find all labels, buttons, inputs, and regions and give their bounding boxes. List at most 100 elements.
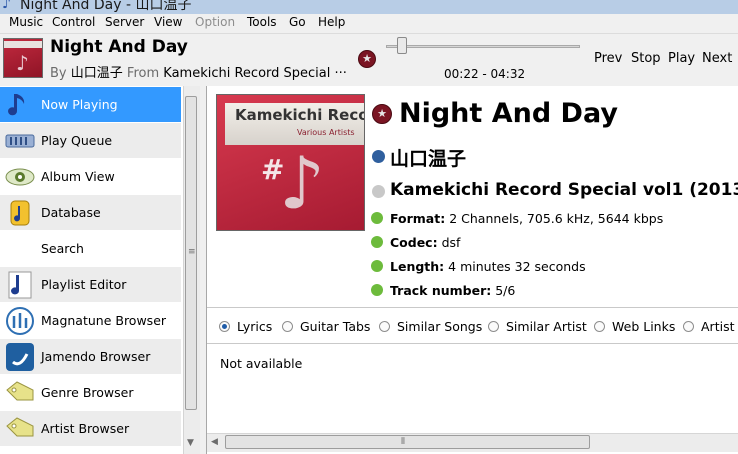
tab-lyrics-radio[interactable] bbox=[219, 321, 230, 332]
album-eye-icon bbox=[5, 168, 35, 186]
sidebar-item-genre-browser[interactable]: Genre Browser bbox=[0, 375, 181, 410]
menu-bar: Music Control Server View Option Tools G… bbox=[0, 14, 738, 34]
menu-option[interactable]: Option bbox=[195, 15, 235, 29]
menu-server[interactable]: Server bbox=[105, 15, 144, 29]
tag-icon bbox=[6, 417, 34, 437]
length-icon bbox=[371, 260, 383, 272]
codec-icon bbox=[371, 236, 383, 248]
sidebar-item-label: Genre Browser bbox=[41, 385, 134, 400]
detail-artist[interactable]: 山口温子 bbox=[390, 144, 466, 171]
track-number-value: 5/6 bbox=[495, 283, 516, 298]
play-queue-icon bbox=[5, 134, 35, 148]
tab-similar-artist[interactable]: Similar Artist bbox=[506, 319, 587, 334]
sidebar-item-artist-browser[interactable]: Artist Browser bbox=[0, 411, 181, 446]
tab-artist-radio[interactable] bbox=[683, 321, 694, 332]
divider bbox=[207, 307, 738, 308]
menu-music[interactable]: Music bbox=[9, 15, 43, 29]
cover-brand: Kamekichi Reco bbox=[235, 106, 365, 124]
sidebar: Now Playing Play Queue Album View Databa… bbox=[0, 86, 184, 454]
jamendo-icon bbox=[6, 343, 34, 371]
tab-similar-songs[interactable]: Similar Songs bbox=[397, 319, 482, 334]
sidebar-item-label: Now Playing bbox=[41, 97, 118, 112]
sidebar-item-label: Album View bbox=[41, 169, 115, 184]
sidebar-item-album-view[interactable]: Album View bbox=[0, 159, 181, 194]
codec-value: dsf bbox=[441, 235, 461, 250]
sidebar-scroll-thumb[interactable]: ≡ bbox=[185, 96, 197, 410]
music-note-icon: ♪ bbox=[16, 51, 29, 75]
track-number-icon bbox=[371, 284, 383, 296]
format-label: Format: bbox=[390, 211, 446, 226]
sidebar-item-playlist-editor[interactable]: Playlist Editor bbox=[0, 267, 181, 302]
grip-icon: ⦀ bbox=[401, 437, 405, 447]
sidebar-item-magnatune-browser[interactable]: Magnatune Browser bbox=[0, 303, 181, 338]
sidebar-item-jamendo-browser[interactable]: Jamendo Browser bbox=[0, 339, 181, 374]
window-title: Night And Day - 山口温子 bbox=[20, 0, 192, 13]
codec-label: Codec: bbox=[390, 235, 438, 250]
song-album[interactable]: Kamekichi Record Special ··· bbox=[163, 66, 347, 81]
grip-icon: ≡ bbox=[188, 247, 196, 257]
sidebar-item-label: Playlist Editor bbox=[41, 277, 127, 292]
sidebar-item-search[interactable]: Search bbox=[0, 231, 181, 266]
by-label: By bbox=[50, 66, 67, 81]
stop-button[interactable]: Stop bbox=[631, 51, 661, 66]
menu-go[interactable]: Go bbox=[289, 15, 306, 29]
song-subtitle: By 山口温子 From Kamekichi Record Special ··… bbox=[50, 62, 347, 81]
tag-icon bbox=[6, 381, 34, 401]
song-artist[interactable]: 山口温子 bbox=[71, 66, 123, 81]
menu-tools[interactable]: Tools bbox=[247, 15, 277, 29]
tab-lyrics[interactable]: Lyrics bbox=[237, 319, 272, 334]
tab-similar-songs-radio[interactable] bbox=[379, 321, 390, 332]
tab-similar-artist-radio[interactable] bbox=[488, 321, 499, 332]
album-disc-icon bbox=[372, 185, 385, 198]
artist-info-icon bbox=[372, 150, 385, 163]
length-value: 4 minutes 32 seconds bbox=[448, 259, 586, 274]
track-number-label: Track number: bbox=[390, 283, 492, 298]
menu-view[interactable]: View bbox=[154, 15, 182, 29]
format-icon bbox=[371, 212, 383, 224]
tab-web-links-radio[interactable] bbox=[594, 321, 605, 332]
format-value: 2 Channels, 705.6 kHz, 5644 kbps bbox=[449, 211, 664, 226]
sidebar-item-label: Search bbox=[41, 241, 84, 256]
tab-guitar-tabs[interactable]: Guitar Tabs bbox=[300, 319, 370, 334]
detail-title: Night And Day bbox=[399, 98, 618, 129]
album-cover-thumbnail[interactable]: ♪ bbox=[3, 38, 43, 78]
sidebar-item-label: Artist Browser bbox=[41, 421, 130, 436]
sidebar-item-now-playing[interactable]: Now Playing bbox=[0, 87, 181, 122]
favorite-star-icon[interactable]: ★ bbox=[358, 50, 376, 68]
sidebar-item-label: Database bbox=[41, 205, 101, 220]
playlist-note-icon bbox=[8, 271, 32, 299]
seek-handle[interactable] bbox=[396, 37, 407, 54]
magnatune-icon bbox=[6, 307, 34, 335]
horizontal-scroll-thumb[interactable]: ⦀ bbox=[225, 435, 590, 449]
app-icon: ♪ bbox=[2, 0, 11, 12]
track-number-row: Track number: 5/6 bbox=[390, 283, 515, 298]
divider bbox=[207, 343, 738, 344]
tab-web-links[interactable]: Web Links bbox=[612, 319, 675, 334]
music-note-icon: ♪ bbox=[279, 141, 325, 225]
prev-button[interactable]: Prev bbox=[594, 51, 622, 66]
cover-subtitle: Various Artists bbox=[297, 128, 355, 137]
music-note-icon bbox=[8, 94, 25, 116]
album-cover: Kamekichi Reco Various Artists # ♪ bbox=[216, 94, 365, 231]
next-button[interactable]: Next bbox=[702, 51, 732, 66]
sidebar-item-label: Play Queue bbox=[41, 133, 113, 148]
scroll-left-arrow-icon[interactable]: ◀ bbox=[211, 437, 218, 447]
format-row: Format: 2 Channels, 705.6 kHz, 5644 kbps bbox=[390, 211, 663, 226]
from-label: From bbox=[126, 66, 160, 81]
tab-guitar-tabs-radio[interactable] bbox=[282, 321, 293, 332]
tab-artist[interactable]: Artist bbox=[701, 319, 734, 334]
playback-time: 00:22 - 04:32 bbox=[444, 67, 526, 81]
sidebar-item-play-queue[interactable]: Play Queue bbox=[0, 123, 181, 158]
menu-control[interactable]: Control bbox=[52, 15, 95, 29]
play-button[interactable]: Play bbox=[668, 51, 695, 66]
sidebar-item-label: Magnatune Browser bbox=[41, 313, 167, 328]
length-row: Length: 4 minutes 32 seconds bbox=[390, 259, 586, 274]
favorite-star-icon[interactable]: ★ bbox=[372, 104, 392, 124]
sidebar-item-database[interactable]: Database bbox=[0, 195, 181, 230]
menu-help[interactable]: Help bbox=[318, 15, 345, 29]
window-title-bar: ♪ Night And Day - 山口温子 bbox=[0, 0, 738, 14]
database-icon bbox=[10, 200, 30, 226]
seek-bar[interactable] bbox=[386, 45, 580, 48]
scroll-down-arrow-icon[interactable]: ▼ bbox=[187, 438, 194, 448]
detail-album[interactable]: Kamekichi Record Special vol1 (2013-0 bbox=[390, 180, 738, 200]
